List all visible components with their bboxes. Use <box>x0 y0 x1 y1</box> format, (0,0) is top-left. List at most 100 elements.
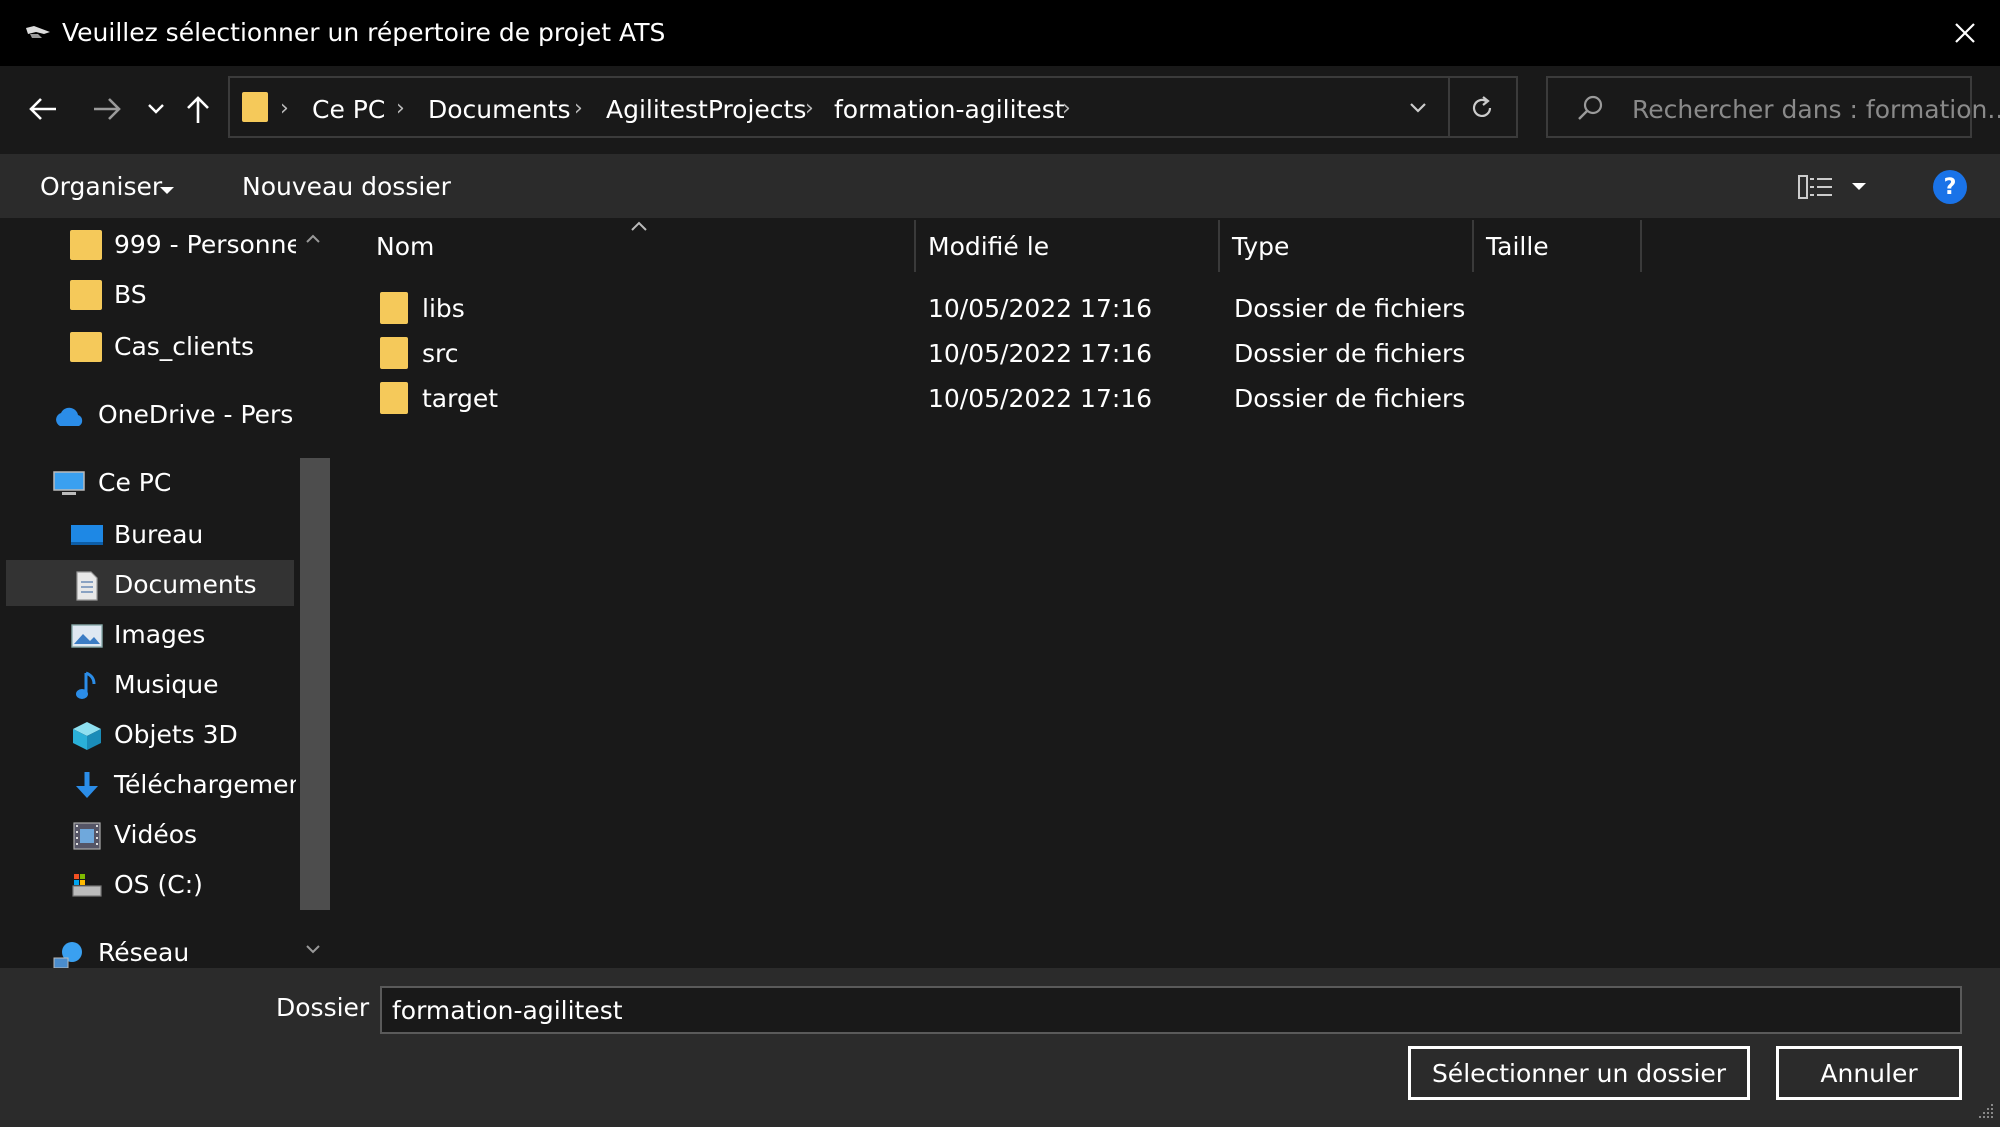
column-divider[interactable] <box>1218 220 1220 272</box>
search-input[interactable]: Rechercher dans : formation... <box>1632 95 2000 124</box>
column-header-modified[interactable]: Modifié le <box>928 232 1049 261</box>
file-modified: 10/05/2022 17:16 <box>928 384 1153 413</box>
close-icon <box>1955 23 1975 43</box>
new-folder-button[interactable]: Nouveau dossier <box>232 164 451 210</box>
window-title: Veuillez sélectionner un répertoire de p… <box>62 18 666 47</box>
sidebar-item-label: Ce PC <box>98 468 172 497</box>
music-icon <box>76 671 96 699</box>
sidebar-item-images[interactable]: Images <box>70 612 294 658</box>
sidebar-item-musique[interactable]: Musique <box>70 662 294 708</box>
sidebar-item-onedrive[interactable]: OneDrive - Persor <box>52 392 294 438</box>
onedrive-icon <box>56 407 83 426</box>
folder-icon <box>380 382 408 414</box>
folder-icon <box>380 337 408 369</box>
organize-label: Organiser <box>40 172 163 201</box>
folder-picker-dialog: Veuillez sélectionner un répertoire de p… <box>0 0 2000 1127</box>
search-icon <box>1578 95 1603 120</box>
breadcrumb-formation-agilitest[interactable]: formation-agilitest <box>834 95 1065 124</box>
file-modified: 10/05/2022 17:16 <box>928 294 1153 323</box>
sidebar-item-label: Bureau <box>114 520 204 549</box>
file-type: Dossier de fichiers <box>1234 384 1466 413</box>
column-header-name[interactable]: Nom <box>376 232 434 261</box>
column-divider[interactable] <box>1472 220 1474 272</box>
cancel-button[interactable]: Annuler <box>1776 1046 1962 1100</box>
file-modified: 10/05/2022 17:16 <box>928 339 1153 368</box>
up-button[interactable] <box>180 90 216 130</box>
column-divider[interactable] <box>1640 220 1642 272</box>
sidebar-item-label: Objets 3D <box>114 720 238 749</box>
sidebar-item-bureau[interactable]: Bureau <box>70 512 294 558</box>
breadcrumb-separator: › <box>1062 96 1071 121</box>
scroll-up-button[interactable] <box>302 228 324 250</box>
search-box[interactable]: Rechercher dans : formation... <box>1546 76 2000 138</box>
breadcrumb-documents[interactable]: Documents <box>428 95 571 124</box>
folder-icon <box>380 292 408 324</box>
sidebar-item-label: Cas_clients <box>114 332 254 361</box>
caret-down-icon <box>1852 183 1866 190</box>
sidebar-item-label: BS <box>114 280 147 309</box>
computer-icon <box>53 471 85 495</box>
forward-button[interactable] <box>86 90 128 128</box>
breadcrumb-ce-pc[interactable]: Ce PC <box>312 95 385 124</box>
sidebar-item-videos[interactable]: Vidéos <box>70 812 294 858</box>
scroll-down-button[interactable] <box>302 938 324 960</box>
sidebar-item-label: 999 - Personnel <box>114 230 309 259</box>
help-button[interactable]: ? <box>1933 170 1967 204</box>
documents-icon <box>76 571 98 601</box>
close-button[interactable] <box>1935 8 1995 58</box>
select-folder-button[interactable]: Sélectionner un dossier <box>1408 1046 1750 1100</box>
folder-name-field[interactable] <box>380 986 1962 1034</box>
folder-icon <box>70 230 102 260</box>
sort-ascending-icon <box>631 221 647 231</box>
breadcrumb-separator: › <box>280 96 289 121</box>
arrow-up-icon <box>187 96 209 123</box>
chevron-down-icon <box>1410 103 1426 113</box>
chevron-down-icon <box>148 104 164 114</box>
sidebar-item-bs[interactable]: BS <box>70 272 294 318</box>
folder-icon <box>70 332 102 362</box>
sidebar-item-label: Documents <box>114 570 257 599</box>
column-header-type[interactable]: Type <box>1232 232 1289 261</box>
arrow-left-icon <box>29 98 56 120</box>
sidebar-item-label: Images <box>114 620 206 649</box>
chevron-up-icon <box>306 234 320 243</box>
file-row-libs[interactable]: libs 10/05/2022 17:16 Dossier de fichier… <box>370 286 1630 330</box>
column-header-size[interactable]: Taille <box>1486 232 1549 261</box>
file-name: libs <box>422 294 465 323</box>
recent-locations-button[interactable] <box>142 94 170 124</box>
view-options-button[interactable] <box>1790 168 1876 206</box>
sidebar-item-objets-3d[interactable]: Objets 3D <box>70 712 294 758</box>
3d-objects-icon <box>73 722 101 750</box>
sidebar-item-label: Musique <box>114 670 219 699</box>
sidebar-item-999-personnel[interactable]: 999 - Personnel <box>70 222 309 268</box>
breadcrumb-separator: › <box>574 96 583 121</box>
organize-button[interactable]: Organiser <box>30 164 188 210</box>
back-button[interactable] <box>22 90 64 128</box>
sidebar-item-telechargements[interactable]: Téléchargement: <box>70 762 302 808</box>
network-icon <box>53 942 82 968</box>
sidebar-item-documents[interactable]: Documents <box>70 562 294 608</box>
resize-grip-icon[interactable] <box>1974 1100 1994 1120</box>
new-folder-label: Nouveau dossier <box>242 172 451 201</box>
sidebar-item-ce-pc[interactable]: Ce PC <box>52 460 294 506</box>
sidebar-item-reseau[interactable]: Réseau <box>52 930 294 968</box>
app-icon <box>26 26 50 38</box>
desktop-icon <box>71 525 103 545</box>
breadcrumb-separator: › <box>396 96 405 121</box>
address-bar[interactable]: › Ce PC › Documents › AgilitestProjects … <box>228 76 1518 138</box>
folder-icon <box>70 280 102 310</box>
column-divider[interactable] <box>914 220 916 272</box>
scrollbar-thumb[interactable] <box>300 458 330 910</box>
sidebar-item-cas-clients[interactable]: Cas_clients <box>70 324 294 370</box>
file-name: src <box>422 339 459 368</box>
file-name: target <box>422 384 499 413</box>
file-row-target[interactable]: target 10/05/2022 17:16 Dossier de fichi… <box>370 376 1630 420</box>
file-row-src[interactable]: src 10/05/2022 17:16 Dossier de fichiers <box>370 331 1630 375</box>
address-dropdown-button[interactable] <box>1400 92 1436 124</box>
file-type: Dossier de fichiers <box>1234 339 1466 368</box>
folder-label: Dossier : <box>276 993 386 1022</box>
sidebar-item-os-c[interactable]: OS (C:) <box>70 862 294 908</box>
view-options-icon <box>1798 175 1832 199</box>
breadcrumb-agilitestprojects[interactable]: AgilitestProjects <box>606 95 806 124</box>
refresh-button[interactable] <box>1462 90 1502 126</box>
